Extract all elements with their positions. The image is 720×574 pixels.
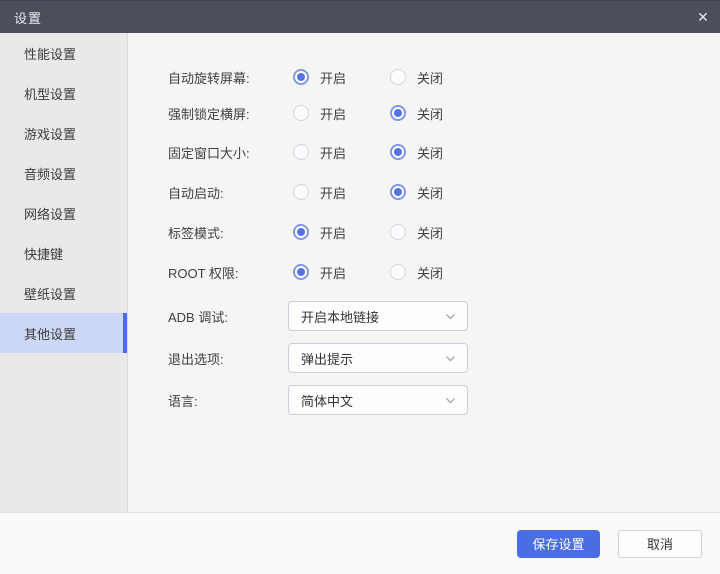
- sidebar-item-performance[interactable]: 性能设置: [0, 33, 127, 73]
- radio-option-on[interactable]: 开启: [293, 143, 390, 162]
- adb-debug-dropdown[interactable]: 开启本地链接: [288, 301, 468, 331]
- language-dropdown[interactable]: 简体中文: [288, 385, 468, 415]
- radio-icon[interactable]: [390, 264, 406, 280]
- radio-label: 开启: [320, 223, 346, 242]
- setting-label: 自动旋转屏幕:: [168, 68, 288, 87]
- footer-bar: 保存设置 取消: [0, 512, 720, 574]
- radio-group: 开启 关闭: [293, 263, 443, 282]
- radio-group: 开启 关闭: [293, 223, 443, 242]
- radio-icon[interactable]: [293, 184, 309, 200]
- settings-window: 设置 ✕ 性能设置 机型设置 游戏设置 音频设置 网络设置 快捷键 壁纸设置 其…: [0, 0, 720, 574]
- radio-label: 开启: [320, 104, 346, 123]
- radio-option-on[interactable]: 开启: [293, 263, 390, 282]
- sidebar-item-network[interactable]: 网络设置: [0, 193, 127, 233]
- dropdown-value: 弹出提示: [301, 349, 444, 368]
- sidebar-item-label: 机型设置: [24, 84, 76, 103]
- sidebar-item-shortcuts[interactable]: 快捷键: [0, 233, 127, 273]
- radio-label: 关闭: [417, 223, 443, 242]
- radio-option-on[interactable]: 开启: [293, 183, 390, 202]
- dropdown-value: 开启本地链接: [301, 307, 444, 326]
- radio-label: 开启: [320, 183, 346, 202]
- radio-group: 开启 关闭: [293, 143, 443, 162]
- sidebar-item-other[interactable]: 其他设置: [0, 313, 127, 353]
- radio-icon[interactable]: [390, 69, 406, 85]
- sidebar-item-label: 音频设置: [24, 164, 76, 183]
- setting-row-exit-option: 退出选项: 弹出提示: [168, 343, 720, 373]
- radio-option-off[interactable]: 关闭: [390, 68, 443, 87]
- setting-row-adb-debug: ADB 调试: 开启本地链接: [168, 301, 720, 331]
- radio-icon[interactable]: [390, 224, 406, 240]
- sidebar: 性能设置 机型设置 游戏设置 音频设置 网络设置 快捷键 壁纸设置 其他设置: [0, 33, 128, 512]
- chevron-down-icon: [444, 352, 457, 365]
- radio-icon[interactable]: [293, 224, 309, 240]
- radio-option-off[interactable]: 关闭: [390, 223, 443, 242]
- setting-row-tab-mode: 标签模式: 开启 关闭: [168, 217, 720, 247]
- setting-row-root-permission: ROOT 权限: 开启 关闭: [168, 257, 720, 287]
- setting-label: 自动启动:: [168, 183, 288, 202]
- sidebar-item-game[interactable]: 游戏设置: [0, 113, 127, 153]
- setting-row-auto-start: 自动启动: 开启 关闭: [168, 177, 720, 207]
- chevron-down-icon: [444, 310, 457, 323]
- radio-label: 关闭: [417, 143, 443, 162]
- setting-row-fixed-window-size: 固定窗口大小: 开启 关闭: [168, 137, 720, 167]
- radio-icon[interactable]: [293, 264, 309, 280]
- exit-option-dropdown[interactable]: 弹出提示: [288, 343, 468, 373]
- setting-label: 退出选项:: [168, 349, 288, 368]
- setting-label: ROOT 权限:: [168, 263, 288, 282]
- radio-option-off[interactable]: 关闭: [390, 104, 443, 123]
- chevron-down-icon: [444, 394, 457, 407]
- radio-icon[interactable]: [390, 105, 406, 121]
- dropdown-value: 简体中文: [301, 391, 444, 410]
- setting-label: 强制锁定横屏:: [168, 104, 288, 123]
- setting-row-language: 语言: 简体中文: [168, 385, 720, 415]
- sidebar-item-label: 其他设置: [24, 324, 76, 343]
- setting-row-force-landscape: 强制锁定横屏: 开启 关闭: [168, 98, 720, 128]
- sidebar-item-audio[interactable]: 音频设置: [0, 153, 127, 193]
- radio-option-off[interactable]: 关闭: [390, 143, 443, 162]
- cancel-button[interactable]: 取消: [618, 530, 702, 558]
- radio-option-on[interactable]: 开启: [293, 104, 390, 123]
- setting-label: 标签模式:: [168, 223, 288, 242]
- radio-label: 开启: [320, 68, 346, 87]
- radio-icon[interactable]: [293, 144, 309, 160]
- radio-icon[interactable]: [390, 184, 406, 200]
- sidebar-item-label: 网络设置: [24, 204, 76, 223]
- radio-group: 开启 关闭: [293, 183, 443, 202]
- radio-label: 开启: [320, 263, 346, 282]
- sidebar-item-label: 快捷键: [24, 244, 63, 263]
- sidebar-item-label: 性能设置: [24, 44, 76, 63]
- setting-label: 固定窗口大小:: [168, 143, 288, 162]
- setting-row-auto-rotate: 自动旋转屏幕: 开启 关闭: [168, 62, 720, 92]
- sidebar-item-label: 游戏设置: [24, 124, 76, 143]
- setting-label: ADB 调试:: [168, 307, 288, 326]
- setting-label: 语言:: [168, 391, 288, 410]
- radio-option-off[interactable]: 关闭: [390, 183, 443, 202]
- radio-label: 关闭: [417, 263, 443, 282]
- radio-label: 关闭: [417, 68, 443, 87]
- radio-icon[interactable]: [293, 105, 309, 121]
- selected-accent-bar: [123, 313, 127, 353]
- radio-label: 关闭: [417, 104, 443, 123]
- radio-group: 开启 关闭: [293, 104, 443, 123]
- sidebar-item-device-model[interactable]: 机型设置: [0, 73, 127, 113]
- settings-panel: 自动旋转屏幕: 开启 关闭 强制锁定横屏: 开启 关闭 固定窗口大小: 开启 关…: [128, 33, 720, 512]
- radio-option-off[interactable]: 关闭: [390, 263, 443, 282]
- radio-option-on[interactable]: 开启: [293, 68, 390, 87]
- sidebar-item-label: 壁纸设置: [24, 284, 76, 303]
- sidebar-item-wallpaper[interactable]: 壁纸设置: [0, 273, 127, 313]
- radio-label: 开启: [320, 143, 346, 162]
- app-body: 性能设置 机型设置 游戏设置 音频设置 网络设置 快捷键 壁纸设置 其他设置 自…: [0, 33, 720, 512]
- radio-group: 开启 关闭: [293, 68, 443, 87]
- title-bar: 设置 ✕: [0, 0, 720, 33]
- radio-option-on[interactable]: 开启: [293, 223, 390, 242]
- save-settings-button[interactable]: 保存设置: [517, 530, 600, 558]
- window-title: 设置: [14, 8, 42, 27]
- radio-label: 关闭: [417, 183, 443, 202]
- radio-icon[interactable]: [390, 144, 406, 160]
- close-icon[interactable]: ✕: [686, 1, 720, 34]
- radio-icon[interactable]: [293, 69, 309, 85]
